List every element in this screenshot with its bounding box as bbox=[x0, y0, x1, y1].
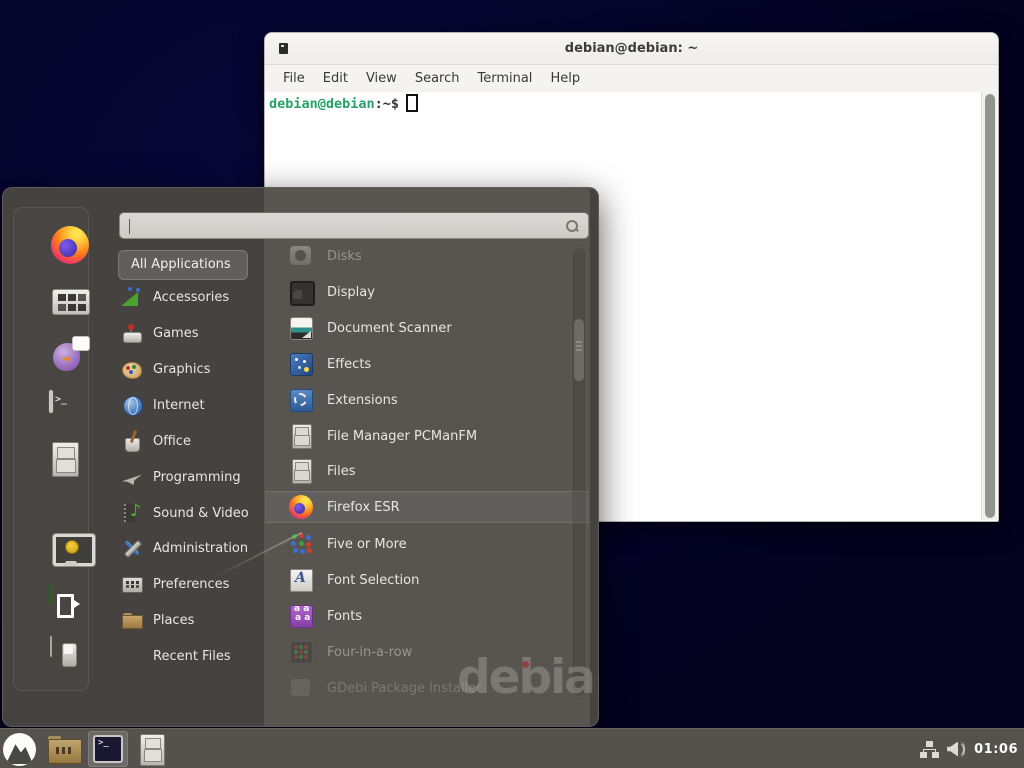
font-selection-icon bbox=[289, 568, 313, 592]
shutdown-icon bbox=[50, 636, 52, 657]
prompt-user-host: debian@debian bbox=[269, 96, 375, 112]
folder-icon bbox=[48, 736, 80, 762]
menu-terminal[interactable]: Terminal bbox=[468, 68, 541, 89]
log-out-button[interactable] bbox=[50, 586, 52, 605]
taskbar-clock[interactable]: 01:06 bbox=[974, 742, 1020, 757]
terminal-scrollbar[interactable] bbox=[981, 92, 997, 520]
app-item-effects[interactable]: Effects bbox=[289, 348, 577, 380]
extensions-gear-icon bbox=[289, 388, 313, 412]
category-programming[interactable]: Programming bbox=[121, 462, 266, 492]
search-box[interactable] bbox=[119, 212, 589, 239]
games-icon bbox=[121, 322, 143, 344]
menu-file[interactable]: File bbox=[274, 68, 314, 89]
preferences-icon bbox=[121, 573, 143, 595]
search-input[interactable] bbox=[128, 215, 558, 236]
file-cabinet-icon bbox=[289, 459, 313, 483]
search-icon bbox=[565, 219, 579, 233]
places-folder-icon bbox=[121, 609, 143, 631]
menu-search[interactable]: Search bbox=[406, 68, 469, 89]
file-cabinet-icon bbox=[289, 424, 313, 448]
terminal-icon bbox=[49, 390, 53, 413]
fonts-icon bbox=[289, 604, 313, 628]
gdebi-package-icon bbox=[289, 676, 313, 700]
terminal-menubar: File Edit View Search Terminal Help bbox=[265, 65, 998, 92]
category-preferences[interactable]: Preferences bbox=[121, 569, 266, 599]
application-menu: All Applications Accessories Games Graph… bbox=[2, 187, 599, 727]
app-item-four-in-a-row[interactable]: Four-in-a-row bbox=[289, 636, 577, 668]
app-item-firefox-esr[interactable]: Firefox ESR bbox=[265, 491, 589, 523]
category-accessories[interactable]: Accessories bbox=[121, 282, 266, 312]
graphics-icon bbox=[121, 358, 143, 380]
office-icon bbox=[121, 430, 143, 452]
taskbar-file-manager-launcher[interactable] bbox=[44, 731, 84, 767]
file-cabinet-icon bbox=[140, 734, 164, 764]
network-icon[interactable] bbox=[920, 741, 939, 758]
app-item-files[interactable]: Files bbox=[289, 455, 577, 487]
app-item-font-selection[interactable]: Font Selection bbox=[289, 564, 577, 596]
four-in-a-row-icon bbox=[289, 640, 313, 664]
menu-edit[interactable]: Edit bbox=[314, 68, 357, 89]
sound-video-icon bbox=[121, 502, 143, 524]
document-scanner-icon bbox=[289, 316, 313, 340]
internet-globe-icon bbox=[121, 394, 143, 416]
volume-icon[interactable] bbox=[947, 741, 966, 758]
system-tray: 01:06 bbox=[920, 729, 1020, 768]
quit-button[interactable] bbox=[50, 637, 52, 656]
app-item-disks[interactable]: Disks bbox=[289, 240, 577, 272]
prompt-path: :~$ bbox=[375, 96, 399, 112]
menu-view[interactable]: View bbox=[357, 68, 406, 89]
app-item-file-manager-pcmanfm[interactable]: File Manager PCManFM bbox=[289, 420, 577, 452]
favorite-terminal-button[interactable] bbox=[49, 392, 53, 411]
category-all-applications[interactable]: All Applications bbox=[118, 250, 248, 280]
accessories-icon bbox=[121, 286, 143, 308]
menu-help[interactable]: Help bbox=[541, 68, 589, 89]
category-sound-video[interactable]: Sound & Video bbox=[121, 498, 266, 528]
terminal-prompt: debian@debian:~$ bbox=[269, 94, 418, 112]
display-icon bbox=[289, 280, 313, 304]
category-internet[interactable]: Internet bbox=[121, 390, 266, 420]
menu-button[interactable] bbox=[0, 731, 40, 767]
menu-logo-icon bbox=[3, 733, 36, 766]
programming-icon bbox=[121, 466, 143, 488]
category-office[interactable]: Office bbox=[121, 426, 266, 456]
category-graphics[interactable]: Graphics bbox=[121, 354, 266, 384]
app-item-extensions[interactable]: Extensions bbox=[289, 384, 577, 416]
taskbar-files-task[interactable] bbox=[132, 731, 172, 767]
app-item-document-scanner[interactable]: Document Scanner bbox=[289, 312, 577, 344]
category-administration[interactable]: Administration bbox=[121, 533, 266, 563]
category-recent-files[interactable]: Recent Files bbox=[121, 641, 266, 671]
administration-icon bbox=[121, 537, 143, 559]
app-item-gdebi[interactable]: GDebi Package Installer bbox=[289, 672, 577, 704]
log-out-icon bbox=[50, 585, 52, 606]
terminal-window-title: debian@debian: ~ bbox=[265, 41, 998, 56]
taskbar-terminal-task[interactable] bbox=[88, 731, 128, 767]
terminal-scrollbar-thumb[interactable] bbox=[985, 94, 995, 518]
app-item-fonts[interactable]: Fonts bbox=[289, 600, 577, 632]
terminal-icon bbox=[93, 735, 123, 763]
app-item-display[interactable]: Display bbox=[289, 276, 577, 308]
text-caret bbox=[129, 219, 130, 234]
firefox-icon bbox=[289, 495, 313, 519]
effects-icon bbox=[289, 352, 313, 376]
app-list-scrollbar-thumb[interactable] bbox=[574, 319, 584, 381]
taskbar: 01:06 bbox=[0, 728, 1024, 768]
terminal-titlebar[interactable]: debian@debian: ~ bbox=[265, 33, 998, 65]
app-list-scrollbar[interactable] bbox=[571, 247, 587, 697]
disks-icon bbox=[289, 244, 313, 268]
category-places[interactable]: Places bbox=[121, 605, 266, 635]
category-games[interactable]: Games bbox=[121, 318, 266, 348]
favorites-column bbox=[13, 207, 89, 691]
terminal-cursor bbox=[406, 94, 418, 112]
app-item-five-or-more[interactable]: Five or More bbox=[289, 528, 577, 560]
five-or-more-dots-icon bbox=[289, 532, 313, 556]
